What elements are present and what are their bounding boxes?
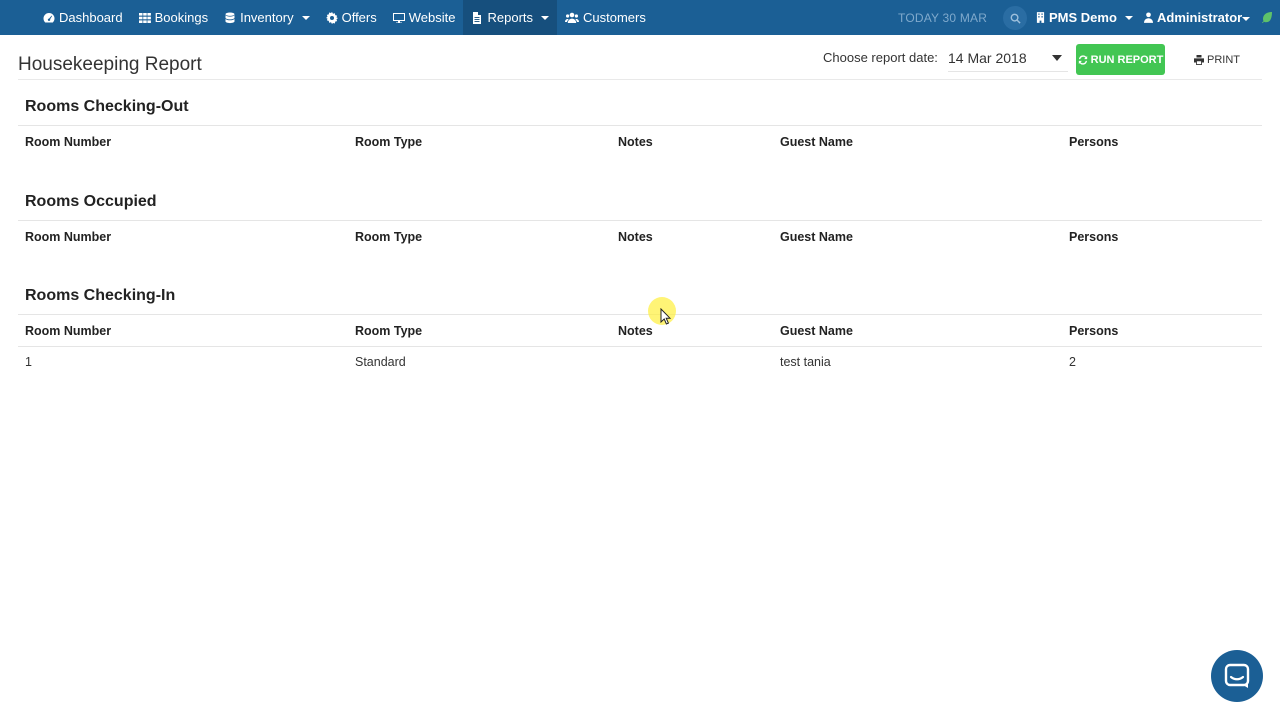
column-header-guest-name: Guest Name xyxy=(780,324,853,338)
chevron-down-icon xyxy=(301,16,310,20)
column-header-room-type: Room Type xyxy=(355,324,423,338)
search-icon xyxy=(1010,13,1021,24)
user-name: Administrator xyxy=(1157,10,1243,25)
divider xyxy=(18,79,1262,80)
page-title: Housekeeping Report xyxy=(18,54,202,75)
leaf-icon xyxy=(1262,12,1272,23)
grid-icon xyxy=(138,12,151,23)
dashboard-icon xyxy=(43,12,55,22)
main-nav: Dashboard Bookings Inventory Offers Webs… xyxy=(0,0,654,35)
nav-inventory[interactable]: Inventory xyxy=(216,0,317,35)
property-selector[interactable]: PMS Demo xyxy=(1036,0,1133,35)
column-header-persons: Persons xyxy=(1069,135,1119,149)
dropdown-arrow-icon xyxy=(1052,55,1062,61)
divider xyxy=(18,125,1262,126)
chat-icon xyxy=(1224,663,1250,688)
column-header-persons: Persons xyxy=(1069,324,1119,338)
chevron-down-icon xyxy=(1242,17,1250,21)
nav-dashboard[interactable]: Dashboard xyxy=(35,0,131,35)
monitor-icon xyxy=(392,12,405,23)
print-icon xyxy=(1194,54,1204,65)
gear-icon xyxy=(325,11,338,24)
section-title: Rooms Checking-Out xyxy=(25,98,189,115)
divider xyxy=(18,220,1262,221)
nav-dashboard-label: Dashboard xyxy=(59,10,123,25)
mouse-cursor-icon xyxy=(660,308,672,325)
user-icon xyxy=(1144,12,1153,23)
column-header-room-type: Room Type xyxy=(355,135,423,149)
run-report-label: RUN REPORT xyxy=(1090,53,1164,66)
column-header-room-number: Room Number xyxy=(25,135,112,149)
column-header-persons: Persons xyxy=(1069,230,1119,244)
column-header-notes: Notes xyxy=(618,135,653,149)
search-button[interactable] xyxy=(1003,6,1027,30)
user-menu[interactable]: Administrator xyxy=(1144,0,1245,35)
nav-customers[interactable]: Customers xyxy=(557,0,654,35)
nav-bookings[interactable]: Bookings xyxy=(131,0,216,35)
column-header-notes: Notes xyxy=(618,324,653,338)
nav-bookings-label: Bookings xyxy=(154,10,209,25)
users-icon xyxy=(565,12,580,23)
cell-room-type: Standard xyxy=(355,355,406,369)
report-date-label: Choose report date: xyxy=(823,50,938,65)
chat-widget-button[interactable] xyxy=(1211,650,1263,702)
refresh-icon xyxy=(1078,54,1087,65)
nav-reports[interactable]: Reports xyxy=(463,0,558,35)
nav-reports-label: Reports xyxy=(487,10,534,25)
today-date: TODAY 30 MAR xyxy=(898,11,988,25)
building-icon xyxy=(1036,12,1045,23)
divider xyxy=(18,314,1262,315)
print-button[interactable]: PRINT xyxy=(1194,44,1244,75)
column-header-room-number: Room Number xyxy=(25,230,112,244)
column-header-guest-name: Guest Name xyxy=(780,230,853,244)
section-title: Rooms Occupied xyxy=(25,193,157,210)
cell-guest-name: test tania xyxy=(780,355,831,369)
nav-offers[interactable]: Offers xyxy=(318,0,385,35)
column-header-room-number: Room Number xyxy=(25,324,112,338)
column-header-guest-name: Guest Name xyxy=(780,135,853,149)
top-navbar: Dashboard Bookings Inventory Offers Webs… xyxy=(0,0,1280,35)
nav-offers-label: Offers xyxy=(341,10,377,25)
chevron-down-icon xyxy=(541,16,550,20)
section-title: Rooms Checking-In xyxy=(25,287,176,304)
report-date-value: 14 Mar 2018 xyxy=(948,49,1027,66)
cell-room-number: 1 xyxy=(25,355,32,369)
column-header-notes: Notes xyxy=(618,230,653,244)
divider xyxy=(18,346,1262,347)
property-name: PMS Demo xyxy=(1049,10,1117,25)
print-label: PRINT xyxy=(1207,53,1240,66)
nav-customers-label: Customers xyxy=(583,10,646,25)
file-icon xyxy=(473,11,482,24)
run-report-button[interactable]: RUN REPORT xyxy=(1076,44,1165,75)
nav-website[interactable]: Website xyxy=(385,0,464,35)
nav-inventory-label: Inventory xyxy=(240,10,294,25)
report-date-select[interactable]: 14 Mar 2018 xyxy=(948,44,1068,72)
nav-website-label: Website xyxy=(408,10,456,25)
database-icon xyxy=(225,12,235,23)
cell-persons: 2 xyxy=(1069,355,1076,369)
column-header-room-type: Room Type xyxy=(355,230,423,244)
chevron-down-icon xyxy=(1124,16,1133,20)
